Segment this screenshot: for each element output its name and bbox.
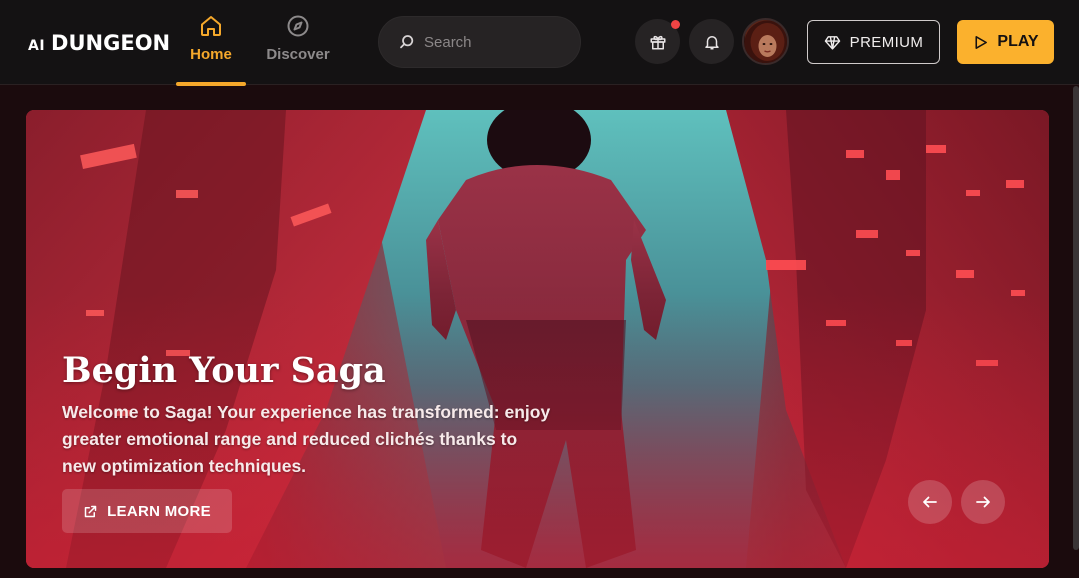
hero-description: Welcome to Saga! Your experience has tra… <box>62 402 551 476</box>
arrow-left-icon <box>923 496 937 508</box>
learn-more-button[interactable]: LEARN MORE <box>62 489 232 533</box>
play-button[interactable]: PLAY <box>957 20 1054 64</box>
notifications-button[interactable] <box>689 19 734 64</box>
play-icon <box>975 35 988 49</box>
page-scrollbar[interactable] <box>1073 86 1079 550</box>
external-link-icon <box>84 505 97 517</box>
home-icon <box>201 16 221 36</box>
nav-tab-home[interactable]: Home <box>176 14 246 86</box>
hero-title: Begin Your Saga <box>62 350 386 391</box>
search-bar[interactable] <box>378 16 581 68</box>
premium-label: PREMIUM <box>849 33 924 51</box>
top-navigation-bar: AI DUNGEON Home Discover Search PREMIUM … <box>0 0 1079 86</box>
app-logo[interactable]: AI DUNGEON <box>28 29 170 55</box>
gift-icon <box>650 35 665 49</box>
nav-tab-discover[interactable]: Discover <box>262 14 334 86</box>
user-avatar[interactable] <box>742 18 789 65</box>
search-input[interactable] <box>424 33 564 51</box>
avatar-portrait <box>744 20 787 63</box>
premium-button[interactable]: PREMIUM <box>807 20 940 64</box>
play-label: PLAY <box>997 33 1039 50</box>
arrow-right-icon <box>976 496 990 508</box>
nav-tab-home-label: Home <box>190 46 232 63</box>
notification-dot <box>671 20 680 29</box>
nav-tab-discover-label: Discover <box>266 46 330 63</box>
logo-text: DUNGEON <box>51 31 171 55</box>
carousel-prev-button[interactable] <box>908 480 952 524</box>
learn-more-label: LEARN MORE <box>107 502 211 520</box>
compass-icon <box>287 15 309 37</box>
logo-prefix: AI <box>28 38 46 54</box>
search-icon <box>400 35 414 49</box>
bell-icon <box>704 35 719 49</box>
carousel-next-button[interactable] <box>961 480 1005 524</box>
diamond-icon <box>824 35 840 50</box>
hero-banner: Begin Your Saga Welcome to Saga! Your ex… <box>26 110 1049 568</box>
